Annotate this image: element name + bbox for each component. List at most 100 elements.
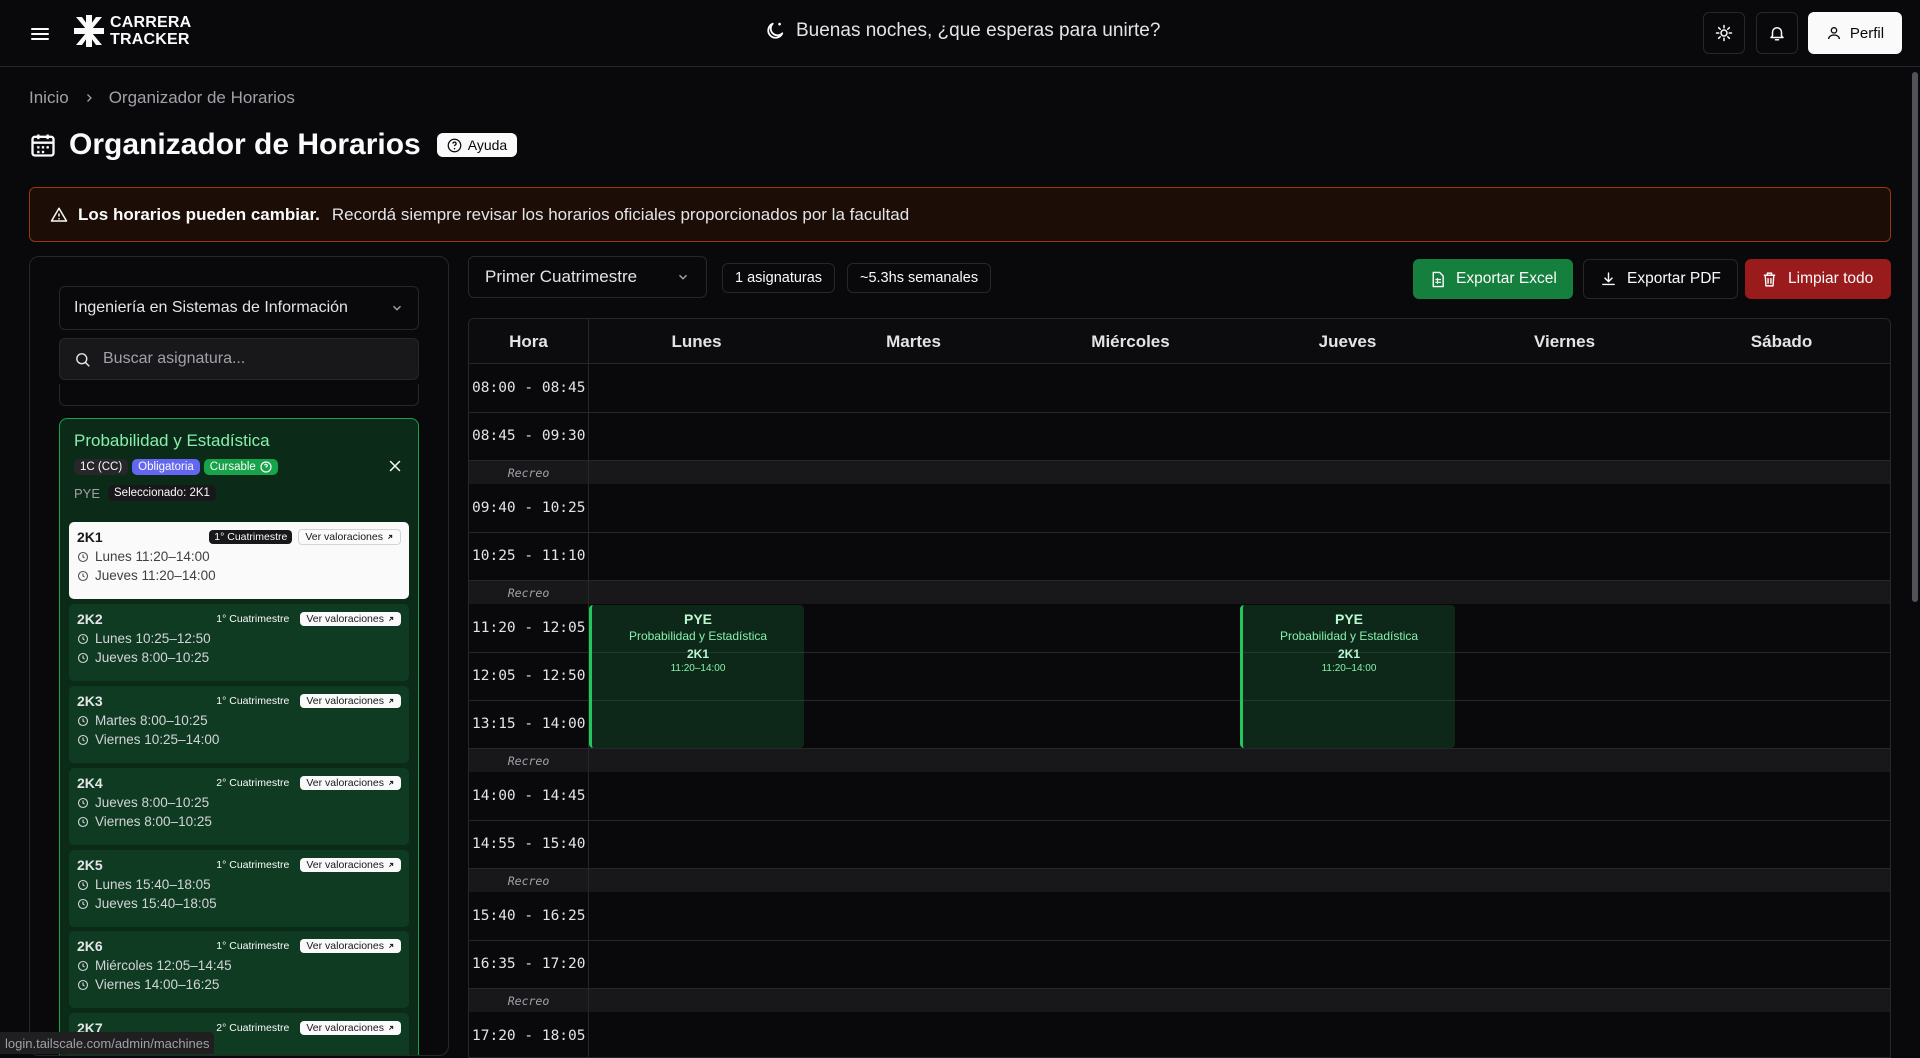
commission-item[interactable]: 2K2 1° Cuatrimestre Ver valoraciones Lunes … — [69, 604, 409, 681]
commission-name: 2K5 — [77, 857, 103, 873]
class-block-time: 11:20–14:00 — [1321, 663, 1377, 674]
theme-toggle-button[interactable] — [1703, 12, 1745, 54]
export-excel-button[interactable]: Exportar Excel — [1413, 259, 1573, 299]
schedule-slot: Jueves 8:00–10:25 — [77, 650, 401, 665]
greeting-text: Buenas noches, ¿que esperas para unirte? — [796, 20, 1161, 41]
time-slot-label: 08:45 - 09:30 — [472, 428, 586, 444]
help-button[interactable]: Ayuda — [436, 133, 518, 157]
cuatrimestre-badge: 1° Cuatrimestre — [216, 940, 290, 952]
time-slot-label: 15:40 - 16:25 — [472, 908, 586, 924]
cuatrimestre-badge: 2° Cuatrimestre — [216, 777, 290, 789]
profile-button[interactable]: Perfil — [1808, 12, 1902, 54]
spreadsheet-icon — [1432, 271, 1444, 287]
chevron-right-icon — [86, 94, 92, 102]
class-block-pye[interactable]: PYE Probabilidad y Estadística 2K1 11:20–14… — [1240, 605, 1455, 748]
class-block-name: Probabilidad y Estadística — [1279, 629, 1419, 643]
view-ratings-label: Ver valoraciones — [306, 1022, 384, 1034]
calendar-icon — [31, 134, 55, 157]
alert-title: Los horarios pueden cambiar. — [78, 204, 320, 224]
view-ratings-button[interactable]: Ver valoraciones — [300, 612, 401, 626]
subject-badges: 1C (CC) Obligatoria Cursable — [74, 459, 278, 475]
notifications-button[interactable] — [1756, 12, 1798, 54]
user-icon — [1827, 27, 1840, 40]
view-ratings-button[interactable]: Ver valoraciones — [300, 858, 401, 872]
schedule-slot: Jueves 8:00–10:25 — [77, 795, 401, 810]
logo-line-1: CARRERA — [110, 14, 192, 31]
sun-icon — [1715, 24, 1733, 42]
clear-all-button[interactable]: Limpiar todo — [1745, 259, 1891, 299]
period-select[interactable]: Primer Cuatrimestre — [468, 256, 707, 298]
view-ratings-button[interactable]: Ver valoraciones — [298, 529, 401, 545]
commission-name: 2K4 — [77, 775, 103, 791]
download-icon — [1602, 271, 1615, 285]
subject-sidebar: Ingeniería en Sistemas de Información Pr… — [29, 256, 449, 1056]
slot-text: Lunes 15:40–18:05 — [95, 877, 211, 892]
day-header: Miércoles — [1091, 331, 1170, 351]
export-pdf-label: Exportar PDF — [1627, 270, 1721, 287]
class-block-code: PYE — [1334, 611, 1363, 627]
breadcrumb-home[interactable]: Inicio — [29, 88, 69, 108]
subject-title: Probabilidad y Estadística — [74, 431, 270, 450]
time-slot-label: 10:25 - 11:10 — [472, 548, 586, 564]
page-scrollbar[interactable] — [1912, 72, 1918, 602]
view-ratings-button[interactable]: Ver valoraciones — [300, 776, 401, 790]
class-block-pye[interactable]: PYE Probabilidad y Estadística 2K1 11:20–14… — [589, 605, 804, 748]
status-bar-url: login.tailscale.com/admin/machines — [0, 1032, 215, 1054]
commission-item[interactable]: 2K5 1° Cuatrimestre Ver valoraciones Lunes … — [69, 850, 409, 927]
slot-text: Lunes 11:20–14:00 — [95, 549, 210, 564]
page-title-row: Organizador de Horarios Ayuda — [29, 128, 518, 162]
commission-item[interactable]: 2K6 1° Cuatrimestre Ver valoraciones Miérco… — [69, 931, 409, 1008]
external-link-icon — [388, 698, 394, 704]
day-header: Sábado — [1750, 331, 1813, 351]
time-slot-label: 14:55 - 15:40 — [472, 836, 586, 852]
slot-text: Miércoles 12:05–14:45 — [95, 958, 232, 973]
clock-icon — [77, 797, 89, 808]
close-icon[interactable] — [386, 457, 404, 475]
logo[interactable]: CARRERA TRACKER — [74, 14, 191, 48]
slot-text: Martes 8:00–10:25 — [95, 713, 208, 728]
break-label: Recreo — [507, 585, 550, 600]
class-block-commission: 2K1 — [686, 647, 709, 661]
selected-commission-tag: Seleccionado: 2K1 — [108, 485, 216, 501]
schedule-warning-alert: Los horarios pueden cambiar. Recordá sie… — [29, 187, 1891, 242]
day-header: Viernes — [1533, 331, 1596, 351]
hour-column-divider — [588, 319, 589, 1057]
search-input[interactable] — [103, 350, 403, 368]
clock-icon — [77, 633, 89, 644]
schedule-slot: Lunes 15:40–18:05 — [77, 877, 401, 892]
clock-icon — [77, 898, 89, 909]
view-ratings-button[interactable]: Ver valoraciones — [300, 939, 401, 953]
schedule-slot: Lunes 10:25–12:50 — [77, 631, 401, 646]
row-divider — [469, 820, 1890, 821]
alert-message: Recordá siempre revisar los horarios ofi… — [331, 204, 910, 224]
row-divider — [469, 940, 1890, 941]
class-block-commission: 2K1 — [1337, 647, 1360, 661]
breadcrumb-current: Organizador de Horarios — [108, 88, 295, 107]
period-select-value: Primer Cuatrimestre — [485, 267, 638, 286]
day-header: Jueves — [1318, 331, 1377, 351]
view-ratings-button[interactable]: Ver valoraciones — [300, 1021, 401, 1035]
hamburger-menu-icon[interactable] — [28, 22, 52, 46]
export-pdf-button[interactable]: Exportar PDF — [1583, 259, 1738, 299]
view-ratings-label: Ver valoraciones — [306, 613, 384, 625]
external-link-icon — [388, 780, 394, 786]
schedule-slot: Jueves 11:20–14:00 — [77, 568, 401, 583]
external-link-icon — [388, 943, 394, 949]
clock-icon — [77, 715, 89, 726]
moon-icon — [767, 22, 784, 39]
page-title: Organizador de Horarios — [69, 128, 421, 161]
cuatrimestre-badge: 2° Cuatrimestre — [216, 1022, 290, 1034]
logo-icon — [74, 15, 104, 47]
career-select[interactable]: Ingeniería en Sistemas de Información — [59, 286, 419, 330]
commission-item[interactable]: 2K3 1° Cuatrimestre Ver valoraciones Martes… — [69, 686, 409, 763]
view-ratings-button[interactable]: Ver valoraciones — [300, 694, 401, 708]
help-circle-icon[interactable] — [260, 461, 272, 473]
slot-text: Viernes 10:25–14:00 — [95, 732, 220, 747]
commission-item[interactable]: 2K4 2° Cuatrimestre Ver valoraciones Jueves… — [69, 768, 409, 845]
subject-card: Probabilidad y Estadística 1C (CC) Oblig… — [59, 418, 419, 1055]
view-ratings-label: Ver valoraciones — [306, 777, 384, 789]
break-row: Recreo — [469, 581, 1890, 604]
obligatoria-badge: Obligatoria — [132, 459, 200, 475]
break-row: Recreo — [469, 461, 1890, 484]
commission-item[interactable]: 2K1 1° Cuatrimestre Ver valoraciones Lunes … — [69, 522, 409, 599]
